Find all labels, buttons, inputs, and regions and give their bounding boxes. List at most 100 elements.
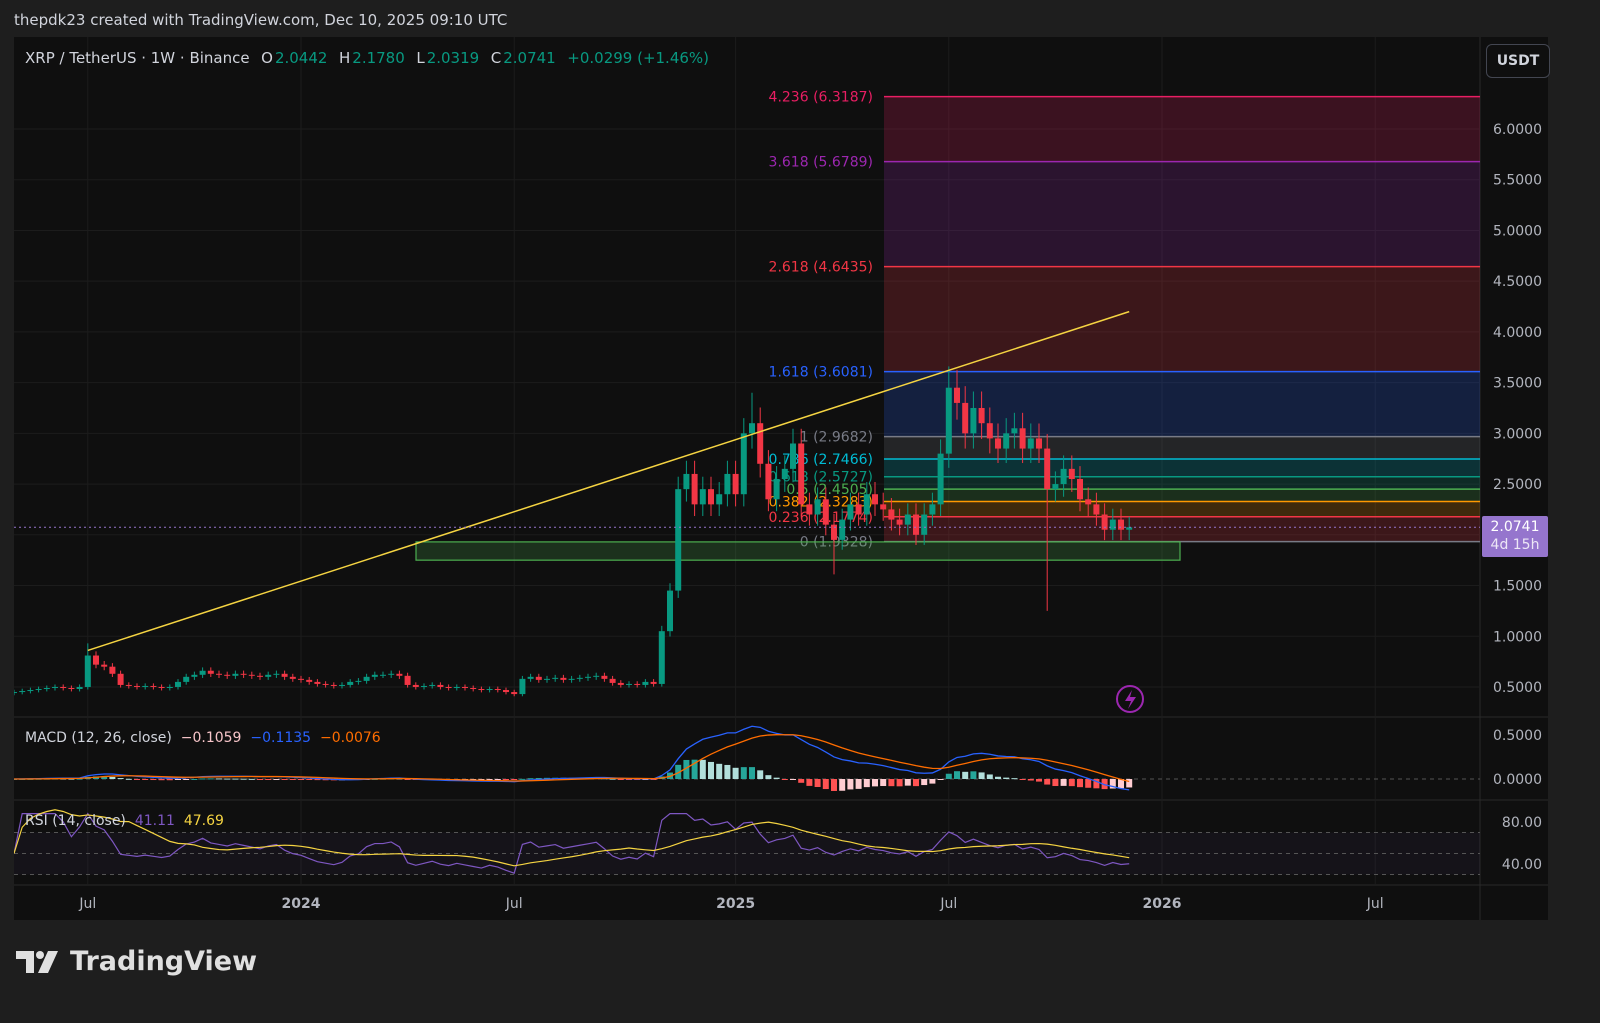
candle-body — [544, 679, 550, 680]
last-price-tag: 2.0741 4d 15h — [1482, 516, 1548, 557]
macd-tick-label: 0.5000 — [1493, 728, 1542, 744]
candle — [536, 674, 542, 683]
macd-histogram-bar — [175, 779, 181, 780]
price-chart[interactable]: 6.00005.50005.00004.50004.00003.50003.00… — [14, 37, 1548, 920]
y-tick-label: 5.0000 — [1493, 223, 1542, 239]
candle — [257, 673, 263, 680]
macd-title[interactable]: MACD (12, 26, close) — [25, 730, 172, 746]
macd-histogram-bar — [159, 779, 165, 780]
high-value: 2.1780 — [352, 49, 405, 67]
macd-histogram-bar — [708, 762, 714, 779]
candle — [314, 679, 320, 687]
candle — [142, 683, 148, 689]
candle-body — [618, 683, 624, 685]
candle-body — [126, 685, 132, 686]
macd-histogram-bar — [1069, 779, 1075, 786]
macd-histogram-bar — [970, 771, 976, 779]
low-value: 2.0319 — [427, 49, 480, 67]
chart-credit: thepdk23 created with TradingView.com, D… — [14, 11, 507, 29]
macd-histogram-bar — [782, 779, 788, 780]
candle-body — [1036, 438, 1042, 448]
candle — [372, 672, 378, 680]
symbol-title[interactable]: XRP / TetherUS · 1W · Binance — [25, 49, 250, 67]
macd-histogram-bar — [241, 779, 247, 780]
candle — [454, 684, 460, 690]
candle-body — [454, 687, 460, 688]
macd-histogram-bar — [880, 779, 886, 786]
candle-body — [708, 489, 714, 504]
candle-body — [339, 685, 345, 686]
candle-body — [224, 675, 230, 676]
candle-body — [372, 675, 378, 677]
candle-body — [888, 509, 894, 519]
candle-body — [298, 679, 304, 680]
candle-body — [675, 489, 681, 590]
macd-histogram-bar — [954, 771, 960, 779]
macd-histogram-bar — [995, 777, 1001, 779]
fib-zone — [884, 501, 1480, 516]
candle-body — [938, 454, 944, 505]
fib-level-label: 3.618 (5.6789) — [769, 155, 873, 171]
fib-level-label: 1 (2.9682) — [800, 430, 873, 446]
candle-body — [175, 682, 181, 687]
candle-body — [1077, 479, 1083, 499]
fib-zone — [884, 459, 1480, 477]
candle — [109, 663, 115, 677]
candle-body — [364, 677, 370, 681]
tradingview-logo[interactable]: TradingView — [16, 946, 257, 977]
macd-hist-value: −0.1059 — [181, 730, 242, 746]
macd-legend: MACD (12, 26, close) −0.1059 −0.1135 −0.… — [25, 730, 381, 746]
candle — [429, 682, 435, 688]
candle — [241, 671, 247, 678]
candle — [618, 680, 624, 687]
macd-histogram-bar — [503, 779, 509, 780]
macd-histogram-bar — [495, 779, 501, 780]
macd-histogram-bar — [757, 770, 763, 779]
macd-histogram-bar — [888, 779, 894, 786]
candle-body — [560, 678, 566, 680]
x-tick-label: Jul — [939, 896, 957, 912]
y-tick-label: 6.0000 — [1493, 122, 1542, 138]
chart-panel[interactable]: 6.00005.50005.00004.50004.00003.50003.00… — [14, 37, 1548, 920]
candle — [503, 688, 509, 695]
candle — [421, 683, 427, 689]
candle — [462, 684, 468, 690]
macd-histogram-bar — [191, 779, 197, 780]
candle — [733, 461, 739, 507]
candle-body — [519, 679, 525, 694]
candle-body — [478, 689, 484, 690]
currency-button[interactable]: USDT — [1486, 44, 1550, 78]
candle-body — [331, 685, 337, 686]
candle-body — [109, 667, 115, 674]
rsi-title[interactable]: RSI (14, close) — [25, 813, 126, 829]
y-tick-label: 4.5000 — [1493, 274, 1542, 290]
candle-body — [208, 671, 214, 674]
candle-body — [979, 408, 985, 423]
macd-histogram-bar — [749, 767, 755, 779]
candle-body — [495, 689, 501, 690]
candle — [511, 690, 517, 696]
candle-body — [733, 474, 739, 494]
macd-histogram-bar — [815, 779, 821, 787]
macd-histogram-bar — [208, 778, 214, 779]
candle — [183, 674, 189, 685]
candle-body — [27, 690, 33, 691]
candle — [159, 684, 165, 690]
candle-body — [413, 685, 419, 687]
candle-body — [396, 674, 402, 676]
candle-body — [757, 423, 763, 464]
candle-body — [601, 676, 607, 679]
macd-histogram-bar — [249, 779, 255, 780]
candle-body — [405, 676, 411, 685]
candle — [396, 671, 402, 679]
candle — [544, 676, 550, 683]
candle-body — [355, 681, 361, 682]
close-value: 2.0741 — [503, 49, 556, 67]
candle — [446, 684, 452, 690]
macd-histogram-bar — [265, 779, 271, 780]
fib-level-label: 1.618 (3.6081) — [769, 365, 873, 381]
candle-body — [241, 674, 247, 675]
fib-level-label: 4.236 (6.3187) — [769, 90, 873, 106]
candle-body — [929, 504, 935, 514]
candle-body — [700, 489, 706, 504]
